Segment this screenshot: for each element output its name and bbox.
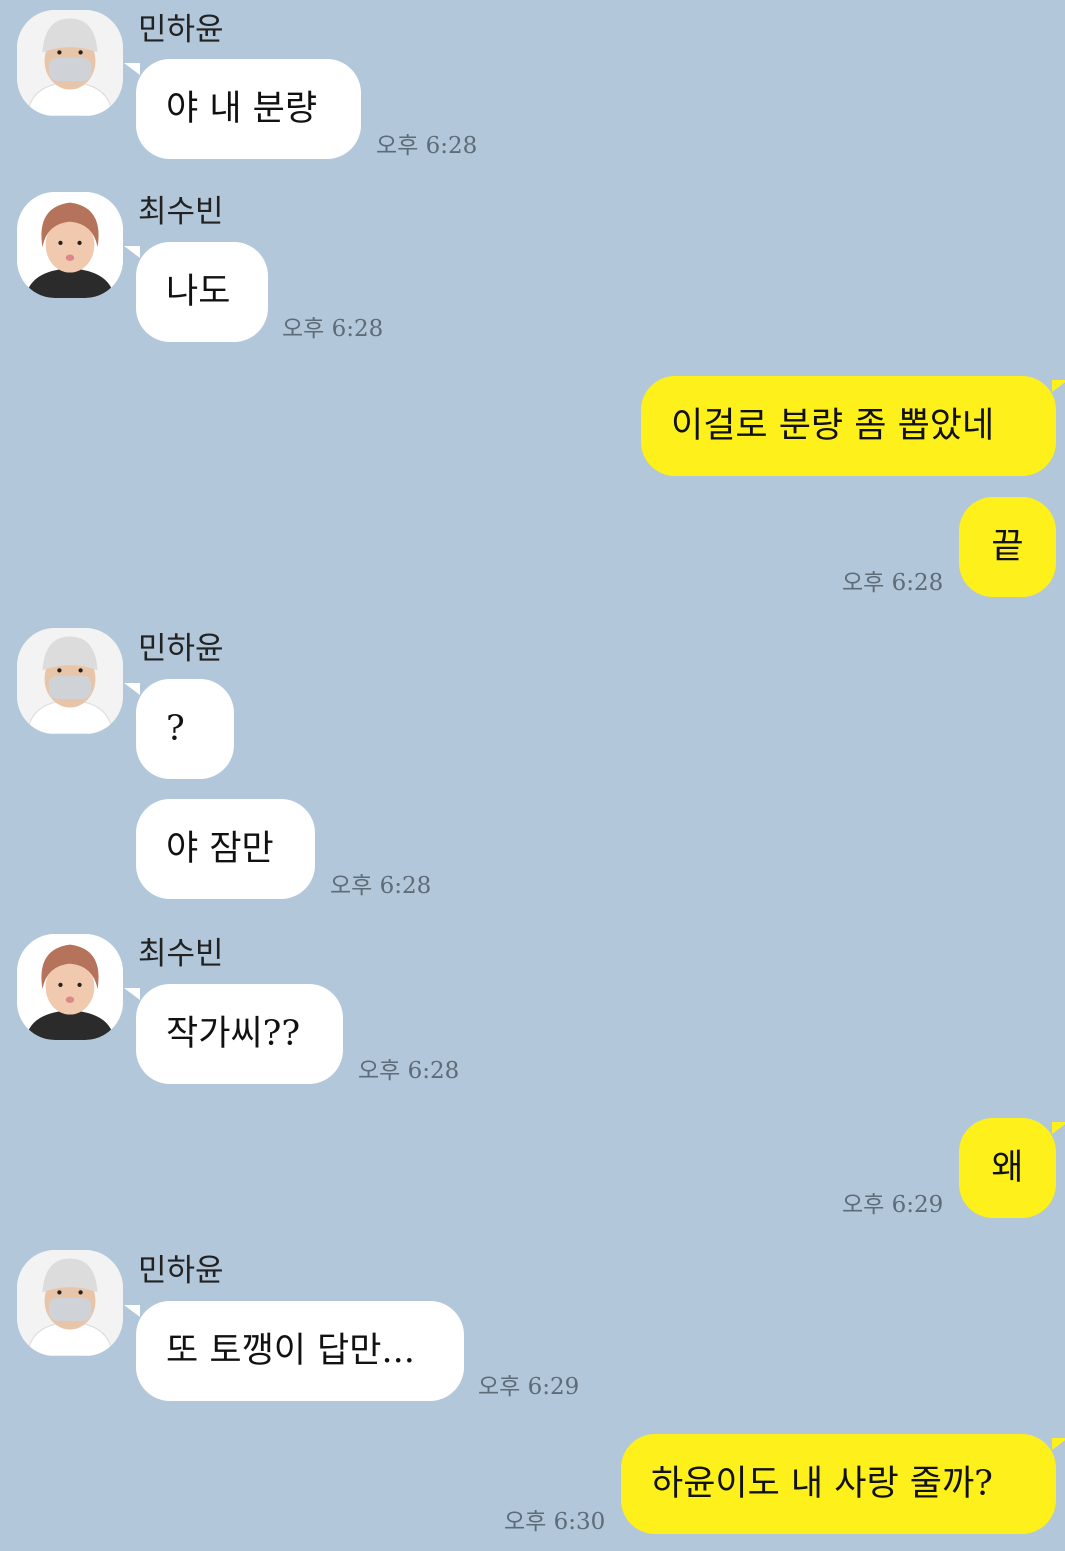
incoming-message-bubble[interactable]: 나도 (124, 242, 268, 342)
avatar-masked-white-beanie-icon[interactable] (17, 10, 123, 116)
sender-name: 민하윤 (138, 631, 224, 667)
avatar-brown-hair-icon[interactable] (17, 934, 123, 1040)
sender-name: 민하윤 (138, 1253, 224, 1289)
outgoing-message-bubble[interactable]: 왜 (959, 1118, 1065, 1218)
message-timestamp: 오후 6:28 (330, 873, 432, 899)
sender-name: 최수빈 (138, 936, 224, 972)
avatar-masked-white-beanie-icon[interactable] (17, 1250, 123, 1356)
message-timestamp: 오후 6:30 (504, 1509, 606, 1535)
message-timestamp: 오후 6:28 (842, 570, 944, 596)
message-timestamp: 오후 6:28 (358, 1058, 460, 1084)
sender-name: 최수빈 (138, 194, 224, 230)
sender-name: 민하윤 (138, 12, 224, 48)
incoming-message-bubble[interactable]: 작가씨?? (124, 984, 343, 1084)
avatar-masked-white-beanie-icon[interactable] (17, 628, 123, 734)
outgoing-message-bubble[interactable]: 이걸로 분량 좀 뽑았네 (641, 376, 1065, 476)
message-timestamp: 오후 6:28 (282, 316, 384, 342)
incoming-message-bubble[interactable]: 야 잠만 (136, 799, 315, 899)
message-timestamp: 오후 6:29 (478, 1374, 580, 1400)
incoming-message-bubble[interactable]: 야 내 분량 (124, 59, 361, 159)
outgoing-message-bubble[interactable]: 하윤이도 내 사랑 줄까? (621, 1434, 1065, 1534)
outgoing-message-bubble[interactable]: 끝 (959, 497, 1056, 597)
incoming-message-bubble[interactable]: 또 토깽이 답만... (124, 1301, 464, 1401)
message-timestamp: 오후 6:29 (842, 1192, 944, 1218)
incoming-message-bubble[interactable]: ? (124, 679, 234, 779)
message-timestamp: 오후 6:28 (376, 133, 478, 159)
avatar-brown-hair-icon[interactable] (17, 192, 123, 298)
